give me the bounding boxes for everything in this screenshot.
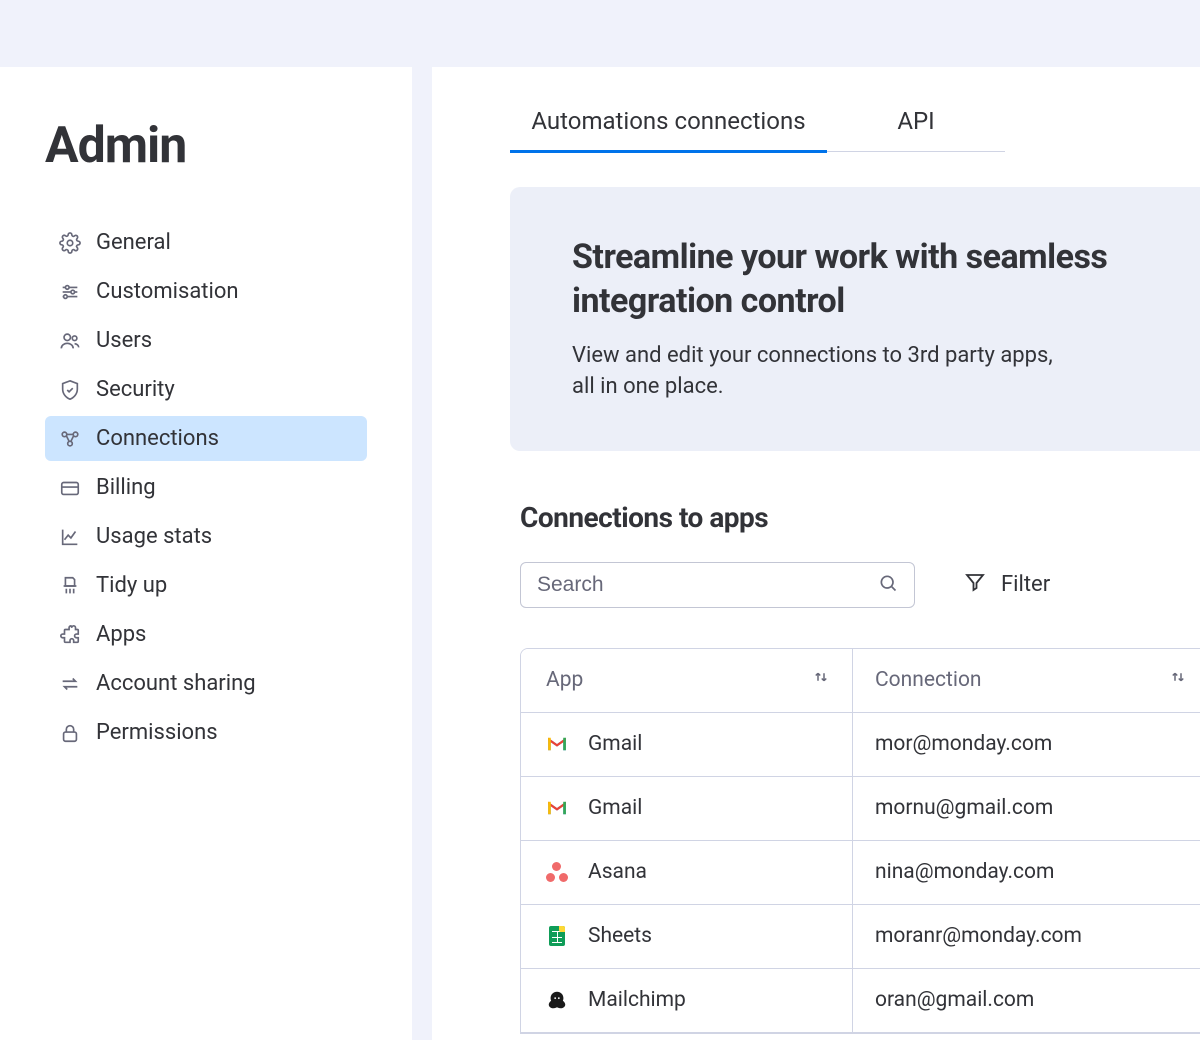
- app-name: Sheets: [588, 924, 652, 948]
- connection-value: nina@monday.com: [853, 841, 1200, 904]
- app-name: Gmail: [588, 732, 642, 756]
- gmail-icon: [546, 797, 568, 819]
- sidebar-item-label: Billing: [96, 475, 156, 500]
- puzzle-icon: [59, 624, 81, 646]
- tab-automations-connections[interactable]: Automations connections: [510, 107, 827, 153]
- sidebar-item-label: Tidy up: [96, 573, 167, 598]
- connection-value: oran@gmail.com: [853, 969, 1200, 1032]
- app-name: Gmail: [588, 796, 642, 820]
- sidebar-item-label: Apps: [96, 622, 146, 647]
- column-header-app[interactable]: App: [521, 649, 853, 712]
- sidebar-item-label: Users: [96, 328, 152, 353]
- sort-icon[interactable]: [1169, 668, 1187, 692]
- sidebar-item-usage-stats[interactable]: Usage stats: [45, 514, 367, 559]
- table-header-row: App Connection: [521, 649, 1200, 713]
- table-row[interactable]: Mailchimp oran@gmail.com: [521, 969, 1200, 1033]
- sort-icon[interactable]: [812, 668, 830, 692]
- column-header-connection[interactable]: Connection: [853, 649, 1200, 712]
- app-name: Asana: [588, 860, 647, 884]
- asana-icon: [546, 861, 568, 883]
- filter-label: Filter: [1001, 572, 1050, 597]
- credit-card-icon: [59, 477, 81, 499]
- table-row[interactable]: Gmail mornu@gmail.com: [521, 777, 1200, 841]
- sidebar-item-label: Usage stats: [96, 524, 212, 549]
- gmail-icon: [546, 733, 568, 755]
- shredder-icon: [59, 575, 81, 597]
- sidebar-item-label: Customisation: [96, 279, 239, 304]
- sidebar-item-label: Account sharing: [96, 671, 256, 696]
- sidebar-item-general[interactable]: General: [45, 220, 367, 265]
- sheets-icon: [546, 925, 568, 947]
- sidebar-item-customisation[interactable]: Customisation: [45, 269, 367, 314]
- table-row[interactable]: Asana nina@monday.com: [521, 841, 1200, 905]
- column-header-app-label: App: [546, 668, 583, 692]
- connections-table: App Connection Gmail: [520, 648, 1200, 1034]
- top-bar: [0, 0, 1200, 67]
- column-header-connection-label: Connection: [875, 668, 982, 692]
- table-row[interactable]: Gmail mor@monday.com: [521, 713, 1200, 777]
- connection-value: moranr@monday.com: [853, 905, 1200, 968]
- transfer-icon: [59, 673, 81, 695]
- search-field-wrap[interactable]: [520, 562, 915, 608]
- controls-row: Filter: [520, 562, 1200, 608]
- sidebar-item-label: General: [96, 230, 171, 255]
- shield-icon: [59, 379, 81, 401]
- gear-icon: [59, 232, 81, 254]
- hero-subtitle: View and edit your connections to 3rd pa…: [572, 341, 1072, 403]
- app-name: Mailchimp: [588, 988, 686, 1012]
- connection-value: mor@monday.com: [853, 713, 1200, 776]
- users-icon: [59, 330, 81, 352]
- sidebar-item-label: Connections: [96, 426, 219, 451]
- hero-banner: Streamline your work with seamless integ…: [510, 187, 1200, 451]
- sidebar-item-billing[interactable]: Billing: [45, 465, 367, 510]
- sidebar-item-connections[interactable]: Connections: [45, 416, 367, 461]
- main-content: Automations connections API Streamline y…: [432, 67, 1200, 1040]
- sidebar-item-label: Permissions: [96, 720, 218, 745]
- filter-icon: [963, 570, 987, 600]
- sidebar-item-apps[interactable]: Apps: [45, 612, 367, 657]
- section-title: Connections to apps: [520, 501, 1200, 534]
- sidebar-title: Admin: [45, 117, 367, 175]
- sidebar-item-security[interactable]: Security: [45, 367, 367, 412]
- sidebar-item-users[interactable]: Users: [45, 318, 367, 363]
- search-icon: [878, 573, 898, 597]
- sliders-icon: [59, 281, 81, 303]
- search-input[interactable]: [537, 573, 878, 597]
- layout-gap: [412, 67, 432, 1040]
- sidebar-item-label: Security: [96, 377, 175, 402]
- connection-value: mornu@gmail.com: [853, 777, 1200, 840]
- table-row[interactable]: Sheets moranr@monday.com: [521, 905, 1200, 969]
- sidebar-item-permissions[interactable]: Permissions: [45, 710, 367, 755]
- nav-list: General Customisation Users Security: [45, 220, 367, 755]
- connections-icon: [59, 428, 81, 450]
- tabs: Automations connections API: [510, 107, 1005, 152]
- sidebar: Admin General Customisation Users: [0, 67, 412, 1040]
- lock-icon: [59, 722, 81, 744]
- tab-api[interactable]: API: [827, 107, 1005, 151]
- chart-line-icon: [59, 526, 81, 548]
- sidebar-item-account-sharing[interactable]: Account sharing: [45, 661, 367, 706]
- mailchimp-icon: [546, 989, 568, 1011]
- sidebar-item-tidy-up[interactable]: Tidy up: [45, 563, 367, 608]
- filter-button[interactable]: Filter: [963, 570, 1050, 600]
- hero-title: Streamline your work with seamless integ…: [572, 235, 1140, 323]
